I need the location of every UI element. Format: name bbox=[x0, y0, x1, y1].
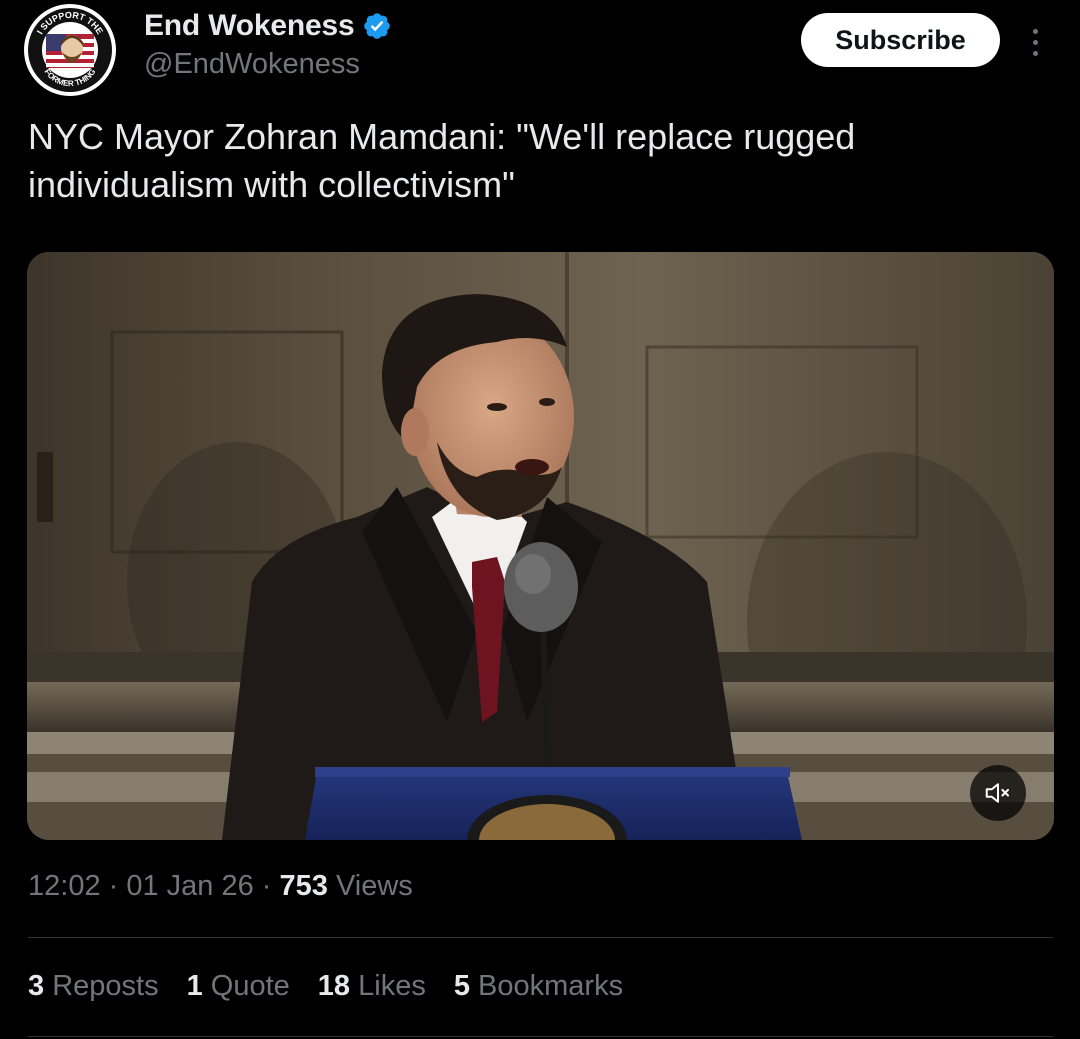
views-label[interactable]: Views bbox=[328, 870, 413, 902]
quotes-label: Quote bbox=[202, 970, 290, 1002]
more-vertical-icon[interactable] bbox=[1020, 22, 1050, 62]
reposts-stat[interactable]: 3 Reposts bbox=[28, 970, 159, 1003]
meta-separator: · bbox=[253, 870, 280, 902]
divider bbox=[28, 1036, 1053, 1037]
post-header: I SUPPORT THE FORMER THING End Wokeness … bbox=[0, 0, 1080, 110]
quotes-stat[interactable]: 1 Quote bbox=[187, 970, 290, 1003]
reposts-count: 3 bbox=[28, 970, 45, 1002]
post-time[interactable]: 12:02 bbox=[28, 870, 101, 902]
post-date[interactable]: 01 Jan 26 bbox=[126, 870, 253, 902]
bookmarks-count: 5 bbox=[453, 970, 470, 1002]
user-handle[interactable]: @EndWokeness bbox=[144, 48, 360, 81]
subscribe-button[interactable]: Subscribe bbox=[801, 13, 1000, 67]
likes-stat[interactable]: 18 Likes bbox=[318, 970, 426, 1003]
more-dot bbox=[1032, 28, 1038, 34]
avatar[interactable]: I SUPPORT THE FORMER THING bbox=[24, 4, 116, 96]
display-name[interactable]: End Wokeness bbox=[144, 9, 355, 43]
quotes-count: 1 bbox=[186, 970, 203, 1002]
patch-logo-icon: I SUPPORT THE FORMER THING bbox=[25, 5, 115, 95]
meta-separator: · bbox=[100, 870, 127, 902]
verified-badge-icon bbox=[362, 11, 392, 41]
video-player[interactable] bbox=[27, 252, 1054, 840]
video-frame bbox=[27, 252, 1054, 840]
post-text: NYC Mayor Zohran Mamdani: "We'll replace… bbox=[28, 116, 856, 205]
mute-toggle-button[interactable] bbox=[970, 765, 1026, 821]
likes-label: Likes bbox=[350, 970, 426, 1002]
engagement-stats: 3 Reposts 1 Quote 18 Likes 5 Bookmarks bbox=[28, 970, 651, 1003]
more-dot bbox=[1032, 50, 1038, 56]
bookmarks-label: Bookmarks bbox=[469, 970, 624, 1002]
likes-count: 18 bbox=[317, 970, 351, 1002]
volume-muted-icon bbox=[985, 783, 1009, 803]
bookmarks-stat[interactable]: 5 Bookmarks bbox=[454, 970, 623, 1003]
views-count[interactable]: 753 bbox=[280, 870, 328, 902]
name-row: End Wokeness bbox=[144, 8, 392, 44]
reposts-label: Reposts bbox=[44, 970, 159, 1002]
more-dot bbox=[1032, 39, 1038, 45]
divider bbox=[28, 937, 1053, 938]
post-meta: 12:02 · 01 Jan 26 · 753 Views bbox=[28, 870, 413, 903]
